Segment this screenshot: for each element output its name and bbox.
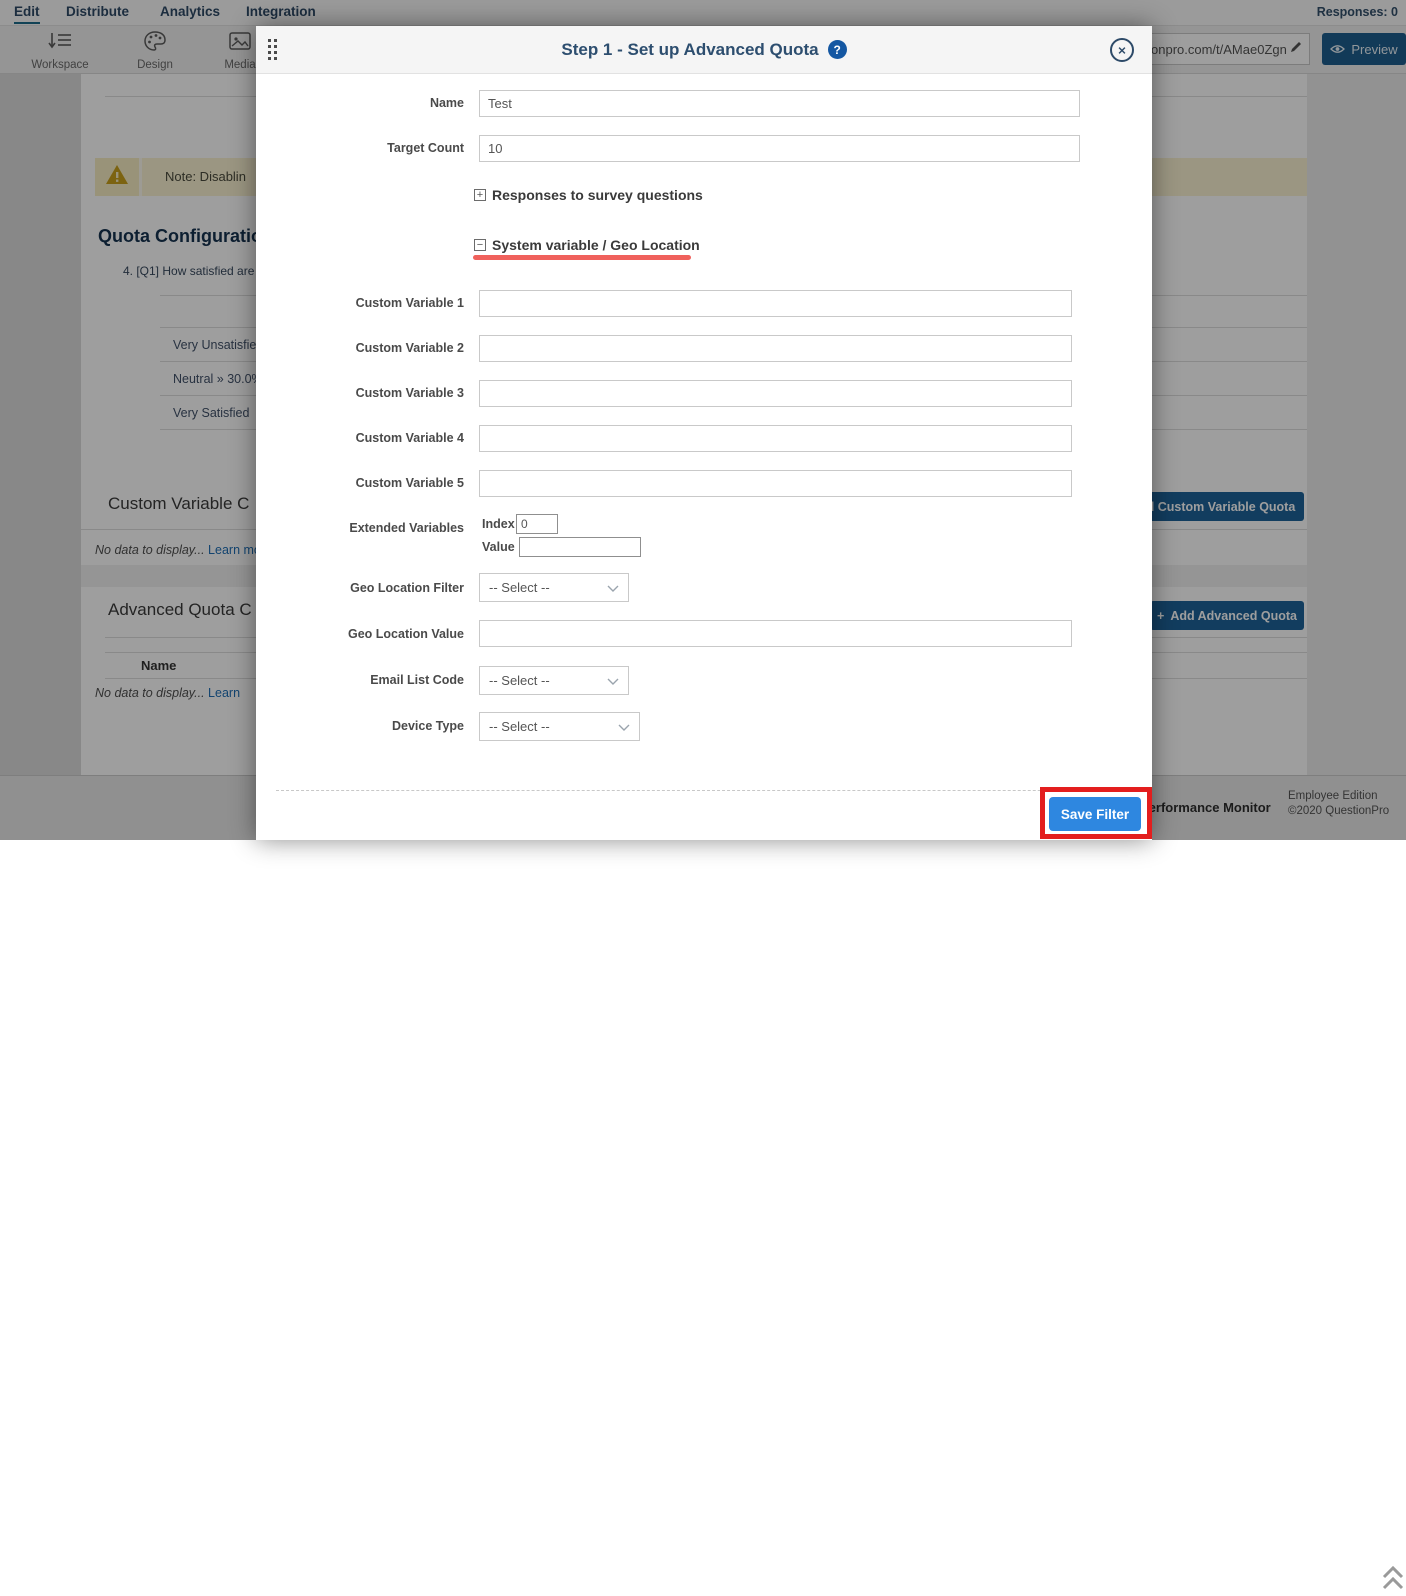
chevron-down-icon (618, 719, 630, 734)
modal-title: Step 1 - Set up Advanced Quota (561, 40, 818, 60)
responses-section-toggle[interactable]: + Responses to survey questions (474, 187, 703, 203)
target-count-input[interactable] (479, 135, 1080, 162)
divider (276, 790, 1136, 791)
selected-value: -- Select -- (489, 580, 550, 595)
modal-header: Step 1 - Set up Advanced Quota ? (256, 26, 1152, 74)
close-icon[interactable] (1110, 38, 1134, 62)
drag-handle-icon[interactable] (268, 39, 281, 63)
double-chevron-up-icon[interactable] (1382, 1565, 1404, 1596)
help-icon[interactable]: ? (828, 40, 847, 59)
red-highlight-annotation (1040, 787, 1152, 839)
value-label: Value : (482, 540, 522, 554)
geo-location-value-input[interactable] (479, 620, 1072, 647)
email-list-code-select[interactable]: -- Select -- (479, 666, 629, 695)
geo-location-filter-select[interactable]: -- Select -- (479, 573, 629, 602)
custom-variable-4-input[interactable] (479, 425, 1072, 452)
geo-location-filter-label: Geo Location Filter (264, 581, 464, 595)
advanced-quota-modal: Step 1 - Set up Advanced Quota ? Name Ta… (256, 26, 1152, 840)
expand-icon: + (474, 189, 486, 201)
name-label: Name (264, 96, 464, 110)
custom-variable-1-label: Custom Variable 1 (264, 296, 464, 310)
system-variable-section-toggle[interactable]: − System variable / Geo Location (474, 237, 700, 253)
device-type-label: Device Type (264, 719, 464, 733)
selected-value: -- Select -- (489, 719, 550, 734)
custom-variable-4-label: Custom Variable 4 (264, 431, 464, 445)
chevron-down-icon (607, 580, 619, 595)
target-count-label: Target Count (264, 141, 464, 155)
custom-variable-5-label: Custom Variable 5 (264, 476, 464, 490)
custom-variable-5-input[interactable] (479, 470, 1072, 497)
custom-variable-2-input[interactable] (479, 335, 1072, 362)
index-input[interactable] (516, 514, 558, 534)
geo-location-value-label: Geo Location Value (264, 627, 464, 641)
custom-variable-3-input[interactable] (479, 380, 1072, 407)
selected-value: -- Select -- (489, 673, 550, 688)
value-input[interactable] (519, 537, 641, 557)
name-input[interactable] (479, 90, 1080, 117)
system-variable-section-label: System variable / Geo Location (492, 237, 700, 253)
custom-variable-2-label: Custom Variable 2 (264, 341, 464, 355)
email-list-code-label: Email List Code (264, 673, 464, 687)
extended-variables-label: Extended Variables (264, 521, 464, 535)
device-type-select[interactable]: -- Select -- (479, 712, 640, 741)
collapse-icon: − (474, 239, 486, 251)
chevron-down-icon (607, 673, 619, 688)
custom-variable-1-input[interactable] (479, 290, 1072, 317)
responses-section-label: Responses to survey questions (492, 187, 703, 203)
red-underline-annotation (473, 255, 691, 260)
custom-variable-3-label: Custom Variable 3 (264, 386, 464, 400)
